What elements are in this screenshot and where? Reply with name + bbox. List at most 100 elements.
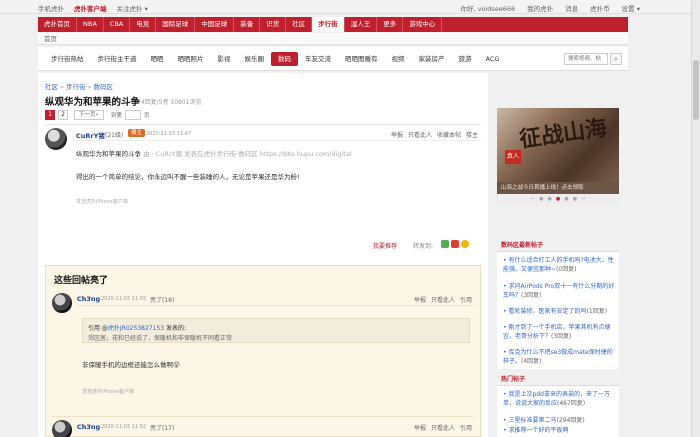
messages-link[interactable]: 消息 <box>565 3 578 13</box>
nav-intl-football[interactable]: 国际足球 <box>156 17 196 32</box>
hupu-coin-link[interactable]: 虎扑币 <box>590 3 610 13</box>
thread-main: 社区» 步行街» 数码区 纵观华为和苹果的斗争 24回复/5亮 10801浏览 1 … <box>38 73 488 437</box>
list-item[interactable]: • 我是上次pdd拿来的表弟的，来了一万单，说说大家的反应(467回复) <box>503 391 615 408</box>
only-author-button[interactable]: 只看此人 <box>431 423 455 432</box>
nav-home[interactable]: 虎扑首页 <box>38 17 77 32</box>
reply-device: 发自虎扑iPhone客户端 <box>82 389 134 395</box>
sub-home[interactable]: 家装房产 <box>412 52 452 66</box>
game-ad-banner[interactable]: 征战山海 真人 <box>497 108 619 182</box>
list-item[interactable]: • 求问AirPods Pro双十一有什么分期的好车吗？(3回复) <box>503 283 615 300</box>
sub-video[interactable]: 视频 <box>385 52 412 66</box>
list-item[interactable]: • 库克为什么不把se3做成mate保时捷的样子。(4回复) <box>503 349 615 366</box>
nav-bxj[interactable]: 步行街 <box>312 17 345 32</box>
avatar[interactable] <box>52 420 72 437</box>
search-input[interactable] <box>564 53 608 65</box>
next-arrow-icon[interactable]: → <box>581 196 585 202</box>
banner-seal: 真人 <box>505 150 521 164</box>
prev-arrow-icon[interactable]: ← <box>531 196 535 202</box>
dot-icon[interactable]: ● <box>556 196 560 202</box>
search-icon[interactable]: ⌕ <box>610 53 622 65</box>
crumb-digital[interactable]: 数码区 <box>93 83 113 91</box>
banner-title: 征战山海 <box>517 114 609 153</box>
my-hupu-link[interactable]: 我的虎扑 <box>527 3 553 13</box>
reply-quote-text: 郊区居，花和已经说了，保暖机和非保暖机不同看正常 <box>88 335 233 342</box>
latest-posts-title: 数码区最新帖子 <box>501 242 544 249</box>
list-item[interactable]: • 求推荐一个好的平板啊 <box>503 427 615 436</box>
wechat-share-icon[interactable] <box>441 240 449 248</box>
only-author-button[interactable]: 只看此人 <box>431 295 455 304</box>
favorite-button[interactable]: 收藏本帖 <box>437 130 461 139</box>
recommend-button[interactable]: 我要推荐 <box>373 241 397 250</box>
lit-replies-title: 这些回帖亮了 <box>54 276 109 286</box>
sub-entertainment[interactable]: 娱乐圈 <box>238 52 272 66</box>
avatar[interactable] <box>52 293 72 313</box>
dot-icon[interactable]: ● <box>539 196 543 202</box>
post-author[interactable]: CuRrY猪 <box>76 130 105 140</box>
nav-china-football[interactable]: 中国足球 <box>195 17 235 32</box>
scrollbar[interactable] <box>691 0 700 437</box>
list-item[interactable]: • 看轮装修，医家有安定了的吗(1回复) <box>503 308 615 317</box>
light-button[interactable]: 亮了(18) <box>150 295 174 304</box>
sub-movies[interactable]: 影视 <box>211 52 238 66</box>
sub-cars[interactable]: 车友交流 <box>298 52 338 66</box>
nav-game-center[interactable]: 游戏中心 <box>403 17 443 32</box>
page-1[interactable]: 1 <box>45 110 55 120</box>
report-button[interactable]: 举报 <box>414 295 426 304</box>
only-author-button[interactable]: 只看此人 <box>408 130 432 139</box>
report-button[interactable]: 举报 <box>414 423 426 432</box>
mobile-hupu-link[interactable]: 手机虎扑 <box>38 3 64 13</box>
nav-gear[interactable]: 装备 <box>234 17 261 32</box>
post-actions: 举报 只看此人 收藏本帖 楼主 <box>391 130 478 139</box>
nav-esports[interactable]: 电竞 <box>130 17 157 32</box>
hupu-app-link[interactable]: 虎扑客户端 <box>74 3 107 13</box>
light-button[interactable]: 亮了(17) <box>150 423 174 432</box>
banner-caption[interactable]: 山海之战今日首播上线！点击领取 <box>497 182 619 194</box>
post-quote-line: 纵观华为和苹果的斗争 由 · CuRrY猪 发表在虎扑步行街·数码区 https… <box>76 148 352 158</box>
nav-shirenwang[interactable]: 湿人王 <box>345 17 378 32</box>
nav-community[interactable]: 社区 <box>286 17 313 32</box>
pager: 1 2 下一页» 到第 页 <box>45 110 149 120</box>
qzone-share-icon[interactable] <box>461 240 469 248</box>
reply-time: 2020-11-03 11:52 <box>101 424 147 430</box>
list-item[interactable]: • 刚才到了一个手机店，苹果其机有点便宜，老哥分析下？(3回复) <box>503 324 615 341</box>
avatar[interactable] <box>45 128 67 150</box>
greeting-user[interactable]: 你好, voidsee666 <box>460 3 515 13</box>
reply-time: 2020-11-03 11:55 <box>101 296 147 302</box>
top-utility-bar: 手机虎扑 虎扑客户端 关注虎扑 ▾ 你好, voidsee666 我的虎扑 消息… <box>0 0 700 14</box>
sub-shaishai[interactable]: 晒晒 <box>144 52 171 66</box>
page-2[interactable]: 2 <box>58 110 68 120</box>
sub-travel[interactable]: 旅游 <box>452 52 479 66</box>
sub-main-road[interactable]: 步行街主干道 <box>91 52 144 66</box>
reply-quote: 引用 @虎扑JR0253827153 发表的: 郊区居，花和已经说了，保暖机和非… <box>82 318 470 343</box>
quote-button[interactable]: 引用 <box>460 423 472 432</box>
quote-button[interactable]: 引用 <box>460 295 472 304</box>
settings-dropdown[interactable]: 设置 ▾ <box>622 3 640 13</box>
sub-shaitu[interactable]: 晒晒图暖有 <box>338 52 385 66</box>
reply-author[interactable]: Ch3ng <box>77 423 100 431</box>
reply-author[interactable]: Ch3ng <box>77 295 100 303</box>
crumb-bxj[interactable]: 步行街 <box>66 83 86 91</box>
nav-nba[interactable]: NBA <box>77 17 104 32</box>
next-page-button[interactable]: 下一页» <box>74 110 104 120</box>
jump-page-input[interactable] <box>124 110 141 120</box>
nav-cba[interactable]: CBA <box>104 17 131 32</box>
crumb-community[interactable]: 社区 <box>45 83 58 91</box>
post-device: 发自虎扑iPhone客户端 <box>76 199 128 205</box>
follow-hupu-dropdown[interactable]: 关注虎扑 ▾ <box>117 3 148 13</box>
nav-more[interactable]: 更多 <box>377 17 404 32</box>
report-button[interactable]: 举报 <box>391 130 403 139</box>
quoted-user-link[interactable]: 虎扑JR0253827153 <box>108 325 164 332</box>
sub-acg[interactable]: ACG <box>479 52 507 66</box>
weibo-share-icon[interactable] <box>451 240 459 248</box>
list-item[interactable]: • 有什么适合打工人的手机吗?电池大、性能强、又便宜那种~(0回复) <box>503 257 615 274</box>
sub-photos[interactable]: 晒晒照片 <box>171 52 211 66</box>
sub-hot[interactable]: 步行街热帖 <box>44 52 91 66</box>
home-crumb[interactable]: 首页 <box>38 33 628 45</box>
nav-shihuo[interactable]: 识货 <box>260 17 287 32</box>
scrollbar-thumb[interactable] <box>693 60 699 120</box>
dot-icon[interactable]: ● <box>564 196 568 202</box>
sub-digital[interactable]: 数码 <box>271 51 298 66</box>
list-item[interactable]: • 三星标准要第二马(294回复) <box>503 417 615 426</box>
dot-icon[interactable]: ● <box>573 196 577 202</box>
dot-icon[interactable]: ● <box>547 196 551 202</box>
